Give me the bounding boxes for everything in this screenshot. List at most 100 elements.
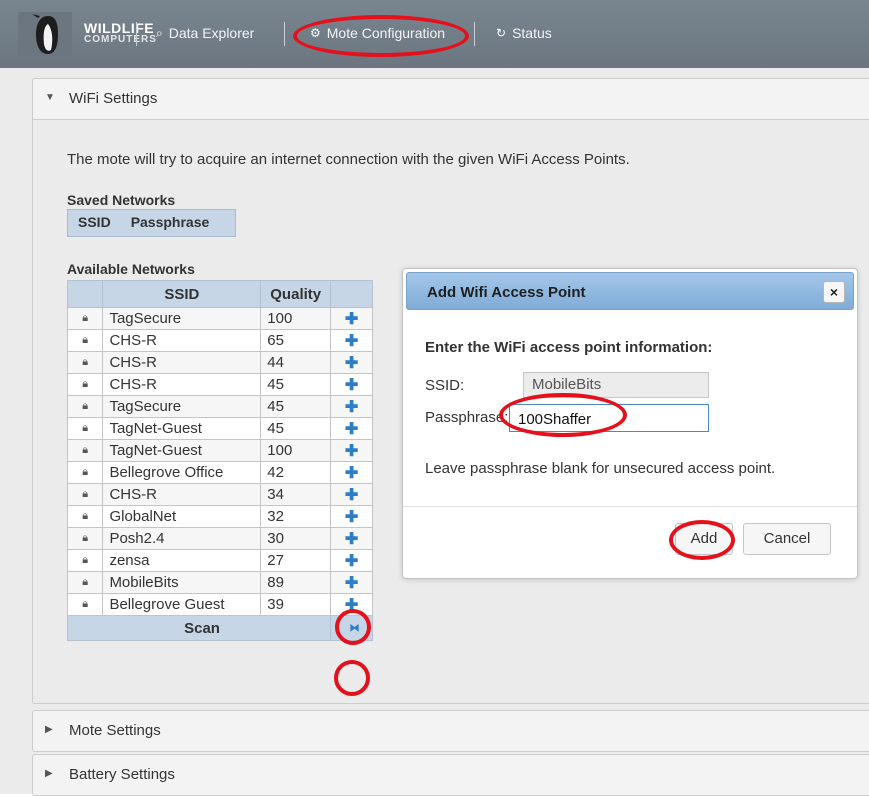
table-row: 🔒︎ CHS-R 65 ✚: [66, 329, 373, 352]
network-ssid: Posh2.4: [102, 527, 262, 550]
search-icon: ⌕: [156, 25, 163, 40]
network-ssid: CHS-R: [102, 351, 262, 374]
lock-icon: 🔒︎: [66, 549, 104, 572]
brand-subname: COMPUTERS: [84, 34, 157, 45]
nav-divider: [474, 22, 475, 46]
network-ssid: CHS-R: [102, 329, 262, 352]
add-network-icon[interactable]: ✚: [330, 373, 373, 396]
lock-icon: 🔒︎: [66, 351, 104, 374]
ssid-field: MobileBits: [523, 372, 709, 398]
close-icon[interactable]: ×: [823, 281, 845, 303]
col-ssid: SSID: [102, 280, 262, 308]
network-ssid: CHS-R: [102, 483, 262, 506]
available-networks-title: Available Networks: [67, 261, 195, 277]
wifi-settings-title: WiFi Settings: [69, 90, 158, 107]
table-row: 🔒︎ CHS-R 45 ✚: [66, 373, 373, 396]
saved-networks-title: Saved Networks: [67, 192, 176, 208]
network-ssid: TagSecure: [102, 307, 262, 330]
table-header-row: SSID Quality: [66, 280, 373, 308]
nav-mote-configuration[interactable]: ⚙ Mote Configuration: [310, 25, 445, 41]
add-wifi-dialog: Add Wifi Access Point × Enter the WiFi a…: [402, 268, 858, 579]
table-row: 🔒︎ TagSecure 45 ✚: [66, 395, 373, 418]
mote-settings-title: Mote Settings: [69, 722, 161, 739]
nav-data-explorer-label: Data Explorer: [168, 25, 255, 41]
network-quality: 32: [260, 505, 332, 528]
add-network-icon[interactable]: ✚: [330, 461, 373, 484]
lock-icon: 🔒︎: [66, 483, 104, 506]
lock-icon: 🔒︎: [66, 373, 104, 396]
network-ssid: MobileBits: [102, 571, 262, 594]
network-list: 🔒︎ TagSecure 100 ✚ 🔒︎ CHS-R 65 ✚ 🔒︎ CHS-R 44 ✚ 🔒︎ CHS…: [66, 307, 373, 616]
saved-col-passphrase: Passphrase: [130, 214, 210, 230]
table-row: 🔒︎ Bellegrove Office 42 ✚: [66, 461, 373, 484]
wifi-signal-icon[interactable]: ⧓: [330, 615, 373, 641]
table-row: 🔒︎ CHS-R 34 ✚: [66, 483, 373, 506]
network-ssid: zensa: [102, 549, 262, 572]
add-network-icon[interactable]: ✚: [330, 395, 373, 418]
dialog-divider: [403, 506, 857, 507]
network-quality: 65: [260, 329, 332, 352]
nav-status[interactable]: ↻ Status: [496, 25, 552, 41]
add-network-icon[interactable]: ✚: [330, 439, 373, 462]
table-row: 🔒︎ CHS-R 44 ✚: [66, 351, 373, 374]
network-quality: 44: [260, 351, 332, 374]
nav-divider: [284, 22, 285, 46]
nav-data-explorer[interactable]: ⌕ Data Explorer: [156, 25, 254, 41]
add-network-icon[interactable]: ✚: [330, 549, 373, 572]
caret-down-icon: ▼: [45, 92, 55, 103]
col-lock: [66, 280, 104, 308]
add-network-icon[interactable]: ✚: [330, 593, 373, 616]
saved-networks-table: SSID Passphrase: [67, 209, 237, 237]
available-networks-table: SSID Quality 🔒︎ TagSecure 100 ✚ 🔒︎ CHS-R 65 ✚ 🔒︎…: [66, 280, 373, 641]
wifi-intro-text: The mote will try to acquire an internet…: [67, 151, 630, 168]
battery-settings-title: Battery Settings: [69, 766, 175, 783]
refresh-icon: ↻: [496, 26, 507, 40]
network-quality: 45: [260, 373, 332, 396]
add-network-icon[interactable]: ✚: [330, 483, 373, 506]
lock-icon: 🔒︎: [66, 307, 104, 330]
passphrase-label: Passphrase:: [425, 409, 509, 426]
network-ssid: GlobalNet: [102, 505, 262, 528]
battery-settings-header[interactable]: ▶ Battery Settings: [32, 754, 869, 796]
ssid-label: SSID:: [425, 377, 465, 394]
network-ssid: TagSecure: [102, 395, 262, 418]
network-ssid: TagNet-Guest: [102, 417, 262, 440]
lock-icon: 🔒︎: [66, 505, 104, 528]
add-network-icon[interactable]: ✚: [330, 571, 373, 594]
scan-button[interactable]: Scan: [66, 615, 332, 641]
add-network-icon[interactable]: ✚: [330, 417, 373, 440]
lock-icon: 🔒︎: [66, 439, 104, 462]
lock-icon: 🔒︎: [66, 417, 104, 440]
network-quality: 34: [260, 483, 332, 506]
nav-divider: [136, 22, 137, 46]
passphrase-input[interactable]: [509, 404, 709, 432]
penguin-logo-icon: [18, 12, 72, 56]
network-ssid: Bellegrove Office: [102, 461, 262, 484]
caret-right-icon: ▶: [45, 724, 53, 735]
network-ssid: CHS-R: [102, 373, 262, 396]
lock-icon: 🔒︎: [66, 571, 104, 594]
network-ssid: TagNet-Guest: [102, 439, 262, 462]
table-row: 🔒︎ GlobalNet 32 ✚: [66, 505, 373, 528]
add-network-icon[interactable]: ✚: [330, 307, 373, 330]
add-button[interactable]: Add: [675, 523, 733, 555]
scan-row: Scan ⧓: [66, 615, 373, 641]
table-row: 🔒︎ TagSecure 100 ✚: [66, 307, 373, 330]
add-network-icon[interactable]: ✚: [330, 329, 373, 352]
network-ssid: Bellegrove Guest: [102, 593, 262, 616]
network-quality: 27: [260, 549, 332, 572]
add-network-icon[interactable]: ✚: [330, 351, 373, 374]
wifi-settings-header[interactable]: ▼ WiFi Settings: [32, 78, 869, 120]
gear-icon: ⚙: [310, 26, 321, 40]
top-navbar: WILDLIFE COMPUTERS ⌕ Data Explorer ⚙ Mot…: [0, 0, 869, 68]
table-row: 🔒︎ Bellegrove Guest 39 ✚: [66, 593, 373, 616]
cancel-button[interactable]: Cancel: [743, 523, 831, 555]
table-row: 🔒︎ TagNet-Guest 45 ✚: [66, 417, 373, 440]
lock-icon: 🔒︎: [66, 527, 104, 550]
lock-icon: 🔒︎: [66, 329, 104, 352]
add-network-icon[interactable]: ✚: [330, 527, 373, 550]
network-quality: 45: [260, 395, 332, 418]
table-row: 🔒︎ zensa 27 ✚: [66, 549, 373, 572]
mote-settings-header[interactable]: ▶ Mote Settings: [32, 710, 869, 752]
add-network-icon[interactable]: ✚: [330, 505, 373, 528]
